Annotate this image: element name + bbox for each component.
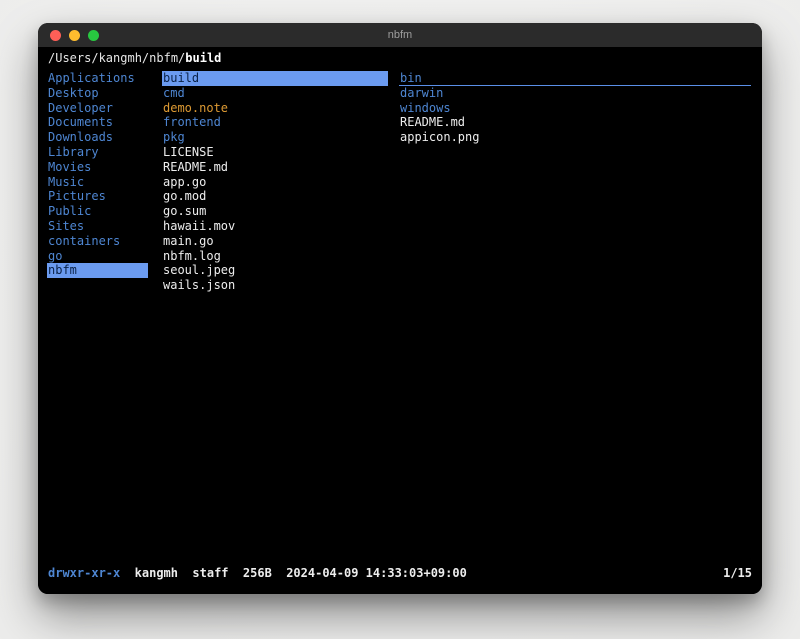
file-item[interactable]: Library	[47, 145, 148, 160]
file-item[interactable]: Desktop	[47, 86, 148, 101]
position-indicator: 1/15	[723, 566, 752, 581]
file-permissions: drwxr-xr-x	[48, 566, 120, 581]
terminal-window: nbfm /Users/kangmh/nbfm/build Applicatio…	[38, 23, 762, 594]
file-item[interactable]: LICENSE	[162, 145, 388, 160]
close-button[interactable]	[50, 30, 61, 41]
file-item[interactable]: demo.note	[162, 101, 388, 116]
file-item[interactable]: seoul.jpeg	[162, 263, 388, 278]
file-item[interactable]: app.go	[162, 175, 388, 190]
window-titlebar[interactable]: nbfm	[38, 23, 762, 47]
file-item[interactable]: appicon.png	[399, 130, 751, 145]
file-item[interactable]: Public	[47, 204, 148, 219]
zoom-button[interactable]	[88, 30, 99, 41]
file-item[interactable]: Sites	[47, 219, 148, 234]
file-item[interactable]: build	[162, 71, 388, 86]
file-item[interactable]: main.go	[162, 234, 388, 249]
file-item[interactable]: Developer	[47, 101, 148, 116]
file-item[interactable]: bin	[399, 71, 751, 86]
parent-directory-column: ApplicationsDesktopDeveloperDocumentsDow…	[47, 71, 148, 278]
file-item[interactable]: windows	[399, 101, 751, 116]
current-path: /Users/kangmh/nbfm/build	[48, 51, 221, 66]
current-directory-column: buildcmddemo.notefrontendpkgLICENSEREADM…	[162, 71, 388, 293]
file-item[interactable]: Music	[47, 175, 148, 190]
file-item[interactable]: nbfm.log	[162, 249, 388, 264]
file-group: staff	[192, 566, 228, 581]
file-modified-time: 2024-04-09 14:33:03+09:00	[286, 566, 467, 581]
file-owner: kangmh	[135, 566, 178, 581]
file-item[interactable]: containers	[47, 234, 148, 249]
file-item[interactable]: darwin	[399, 86, 751, 101]
file-size: 256B	[243, 566, 272, 581]
preview-directory-column: bindarwinwindowsREADME.mdappicon.png	[399, 71, 751, 145]
file-item[interactable]: Downloads	[47, 130, 148, 145]
traffic-lights	[50, 30, 99, 41]
file-item[interactable]: README.md	[162, 160, 388, 175]
terminal-content: /Users/kangmh/nbfm/build ApplicationsDes…	[38, 47, 762, 594]
file-item[interactable]: go.sum	[162, 204, 388, 219]
file-item[interactable]: Documents	[47, 115, 148, 130]
file-item[interactable]: Pictures	[47, 189, 148, 204]
file-item[interactable]: go.mod	[162, 189, 388, 204]
path-current-dir: build	[185, 51, 221, 65]
minimize-button[interactable]	[69, 30, 80, 41]
file-item[interactable]: Movies	[47, 160, 148, 175]
desktop-background: nbfm /Users/kangmh/nbfm/build Applicatio…	[0, 0, 800, 639]
file-item[interactable]: wails.json	[162, 278, 388, 293]
file-item[interactable]: frontend	[162, 115, 388, 130]
file-item[interactable]: cmd	[162, 86, 388, 101]
file-item[interactable]: hawaii.mov	[162, 219, 388, 234]
file-item[interactable]: pkg	[162, 130, 388, 145]
file-item[interactable]: Applications	[47, 71, 148, 86]
path-prefix: /Users/kangmh/nbfm/	[48, 51, 185, 65]
file-item[interactable]: go	[47, 249, 148, 264]
status-bar: drwxr-xr-x kangmh staff 256B 2024-04-09 …	[48, 566, 752, 581]
window-title: nbfm	[38, 29, 762, 41]
file-item[interactable]: nbfm	[47, 263, 148, 278]
file-item[interactable]: README.md	[399, 115, 751, 130]
